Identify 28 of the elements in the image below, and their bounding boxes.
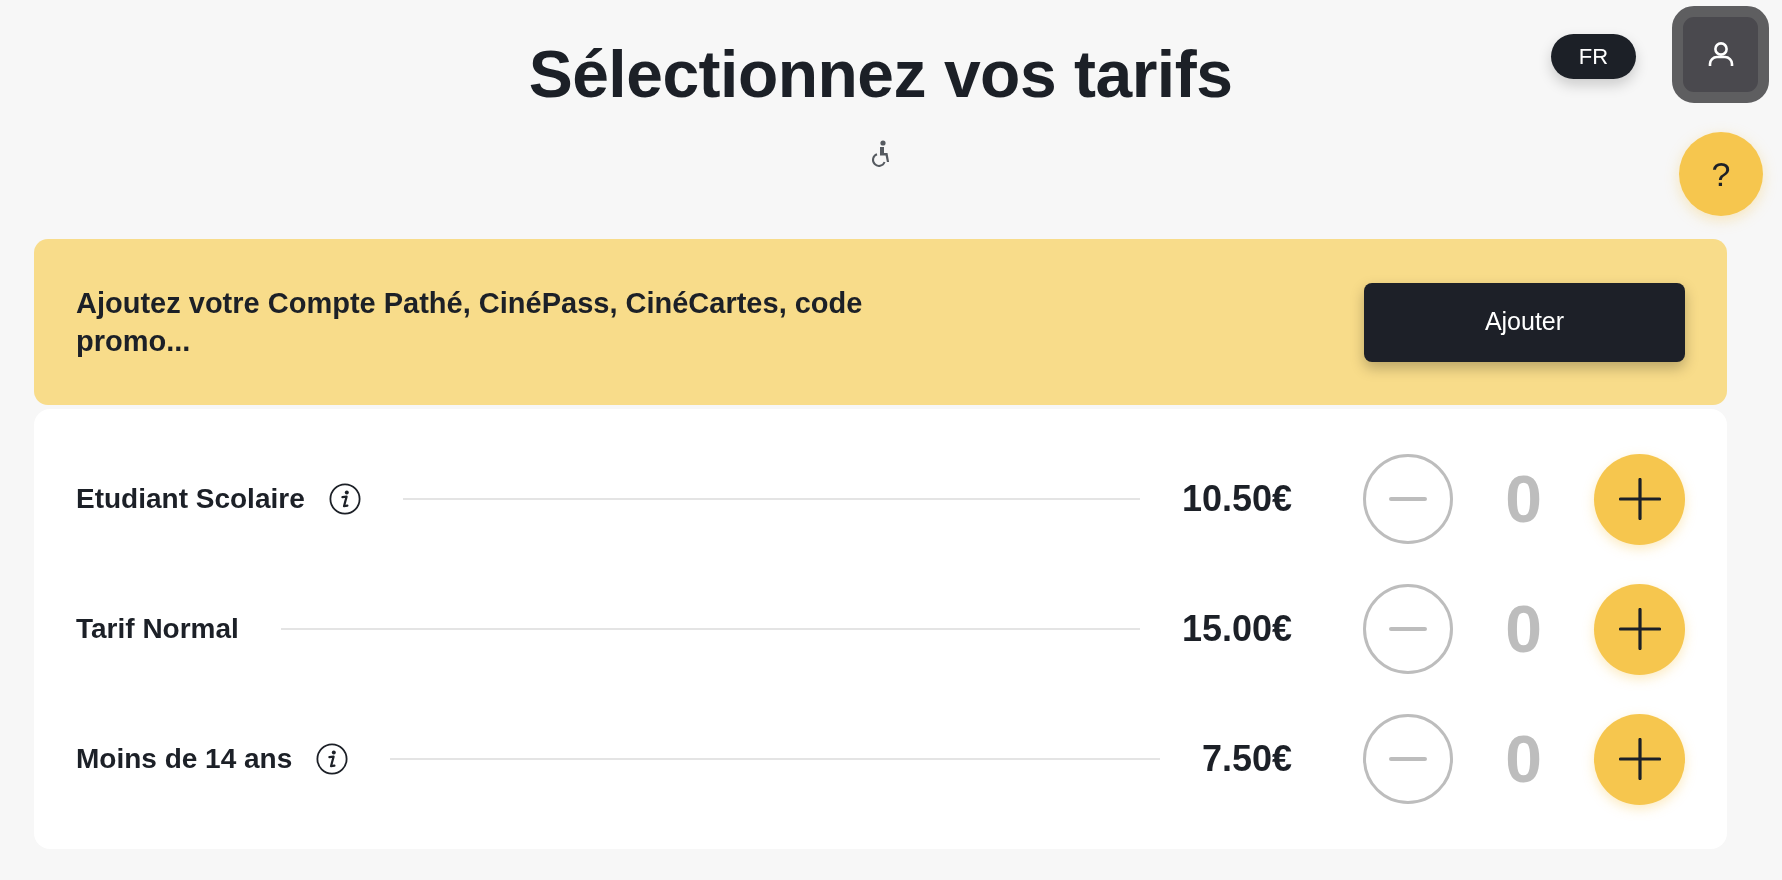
user-icon xyxy=(1706,42,1735,67)
promo-text: Ajoutez votre Compte Pathé, CinéPass, CinéCartes, code promo... xyxy=(76,286,864,359)
help-button[interactable]: ? xyxy=(1679,132,1763,216)
add-button[interactable]: Ajouter xyxy=(1364,282,1685,362)
wheelchair-icon xyxy=(870,140,891,168)
price: 15.00€ xyxy=(1181,611,1292,647)
language-button[interactable]: FR xyxy=(1551,34,1636,79)
ticket-count: 0 xyxy=(1505,596,1542,662)
plus-icon xyxy=(1618,608,1661,650)
info-icon[interactable] xyxy=(316,743,349,775)
increase-button[interactable] xyxy=(1594,713,1685,805)
tariff-name: Moins de 14 ans xyxy=(76,742,293,776)
price: 10.50€ xyxy=(1181,481,1292,517)
account-button[interactable] xyxy=(1672,6,1769,103)
minus-icon xyxy=(1389,757,1427,761)
info-icon[interactable] xyxy=(328,483,361,515)
minus-icon xyxy=(1389,627,1427,631)
minus-icon xyxy=(1389,497,1427,501)
increase-button[interactable] xyxy=(1594,583,1685,675)
ticket-count: 0 xyxy=(1505,726,1542,792)
page-title: Sélectionnez vos tarifs xyxy=(528,41,1233,107)
plus-icon xyxy=(1618,738,1661,780)
tariff-name: Etudiant Scolaire xyxy=(76,482,305,516)
ticket-count: 0 xyxy=(1505,466,1542,532)
increase-button[interactable] xyxy=(1594,453,1685,545)
price: 7.50€ xyxy=(1201,741,1292,777)
plus-icon xyxy=(1618,478,1661,520)
tariff-name: Tarif Normal xyxy=(76,612,239,646)
